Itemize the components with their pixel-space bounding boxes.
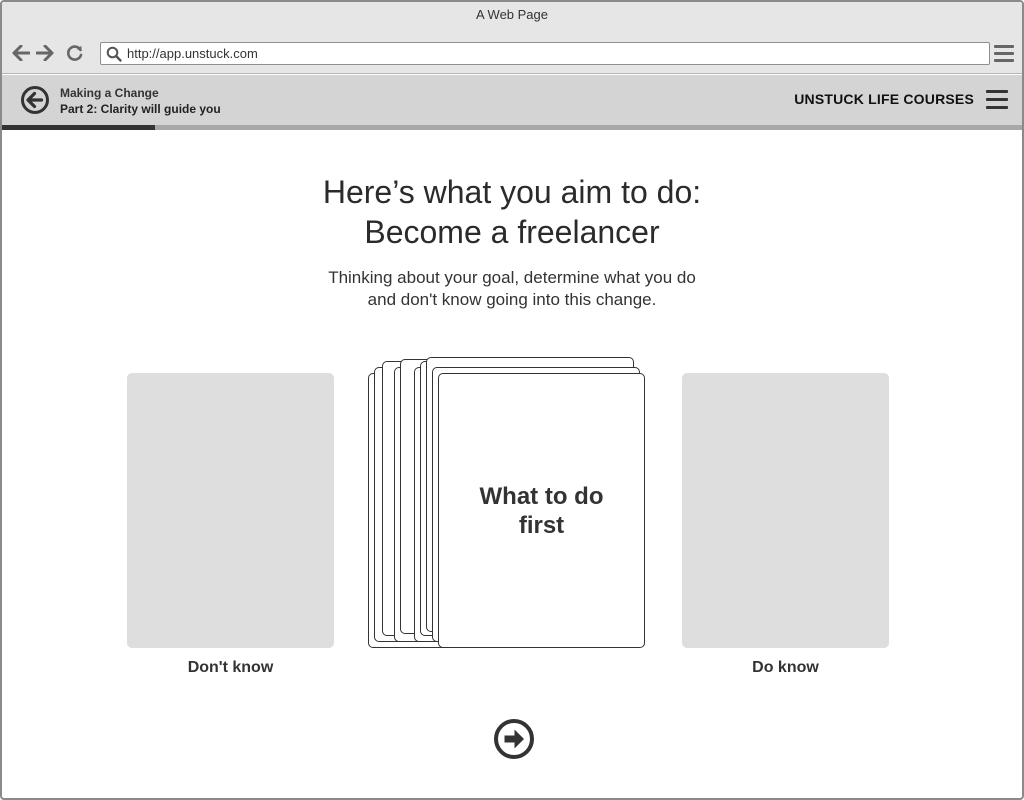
heading-line-1: Here’s what you aim to do:: [322, 174, 702, 210]
circle-arrow-left-icon: [21, 86, 49, 114]
heading-line-2: Become a freelancer: [364, 214, 660, 250]
dont-know-label: Don't know: [187, 659, 274, 676]
course-info: Making a Change Part 2: Clarity will gui…: [60, 85, 221, 117]
search-icon: [106, 46, 122, 62]
course-part: Part 2: Clarity will guide you: [60, 102, 221, 116]
next-button[interactable]: [493, 718, 535, 760]
instructions: Thinking about your goal, determine what…: [2, 267, 1022, 311]
browser-window: A Web Page http://app.unstuck.com Making…: [0, 0, 1024, 800]
address-bar[interactable]: [100, 42, 990, 65]
instructions-line-1: Thinking about your goal, determine what…: [328, 268, 696, 287]
reload-icon: [67, 45, 83, 61]
course-progress-fill: [2, 125, 155, 130]
arrow-left-icon: [12, 45, 30, 61]
circle-arrow-right-icon: [494, 719, 534, 759]
hamburger-icon: [994, 45, 1014, 48]
url-input[interactable]: [127, 44, 977, 63]
page-heading: Here’s what you aim to do: Become a free…: [2, 172, 1022, 252]
course-back-button[interactable]: [20, 85, 50, 115]
back-button[interactable]: [11, 43, 31, 63]
hamburger-icon: [986, 90, 1008, 93]
do-know-drop-zone[interactable]: [682, 373, 889, 648]
forward-button[interactable]: [35, 43, 55, 63]
browser-menu-button[interactable]: [994, 45, 1014, 63]
dont-know-drop-zone[interactable]: [127, 373, 334, 648]
window-title: A Web Page: [2, 2, 1022, 32]
arrow-right-icon: [36, 45, 54, 61]
browser-toolbar: [2, 32, 1022, 74]
course-progress-bar: [2, 125, 1022, 130]
current-card[interactable]: What to do first: [438, 373, 645, 648]
do-know-label: Do know: [752, 659, 819, 676]
course-title: Making a Change: [60, 86, 159, 100]
card-stack: What to do first: [368, 357, 648, 652]
brand-name: UNSTUCK LIFE COURSES: [794, 91, 974, 107]
reload-button[interactable]: [65, 43, 85, 63]
card-text: What to do first: [479, 482, 604, 539]
app-header: Making a Change Part 2: Clarity will gui…: [2, 75, 1022, 125]
instructions-line-2: and don't know going into this change.: [367, 290, 657, 309]
app-menu-button[interactable]: [986, 90, 1008, 110]
